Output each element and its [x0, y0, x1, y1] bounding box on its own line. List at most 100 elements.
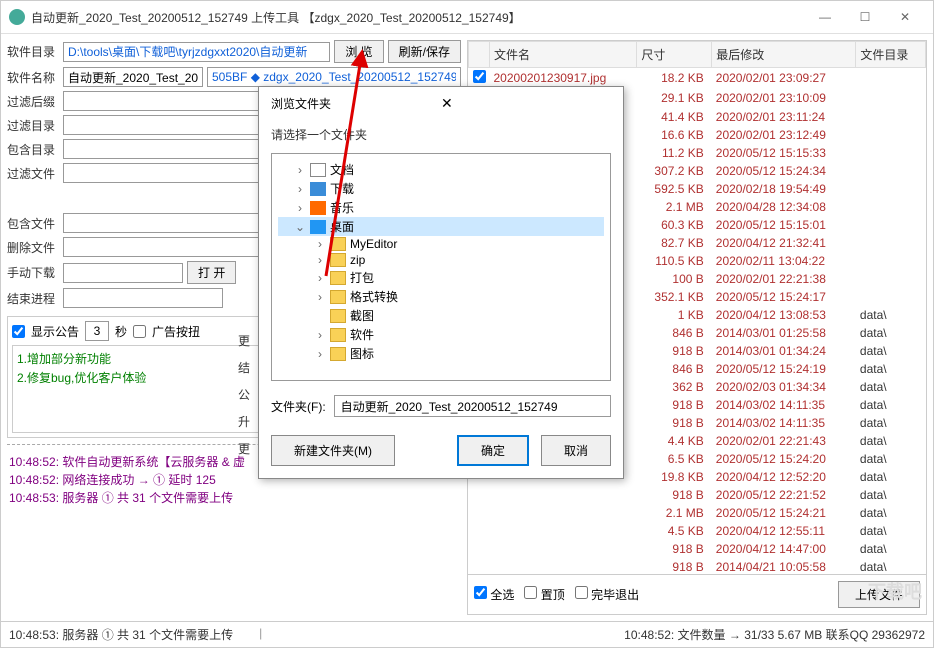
log-line: 10:48:53: 服务器 ① 共 31 个文件需要上传	[9, 489, 459, 506]
announce-seconds-input[interactable]	[85, 321, 109, 341]
cancel-button[interactable]: 取消	[541, 435, 611, 466]
expand-icon[interactable]: ⌄	[294, 220, 306, 234]
column-header[interactable]: 最后修改	[712, 42, 856, 68]
file-size: 918 B	[637, 396, 712, 414]
settop-control[interactable]: 置顶	[524, 586, 564, 603]
tree-item[interactable]: › 软件	[278, 325, 604, 344]
tree-item[interactable]: › 音乐	[278, 198, 604, 217]
softname-right[interactable]	[207, 67, 461, 87]
folder-icon	[330, 290, 346, 304]
expand-icon[interactable]: ›	[314, 347, 326, 361]
expand-icon[interactable]: ›	[314, 328, 326, 342]
file-size: 110.5 KB	[637, 252, 712, 270]
folder-name-input[interactable]	[334, 395, 611, 417]
file-size: 19.8 KB	[637, 468, 712, 486]
tree-label: 格式转换	[350, 288, 398, 305]
selectall-control[interactable]: 全选	[474, 586, 514, 603]
file-date: 2020/02/11 13:04:22	[712, 252, 856, 270]
column-header[interactable]: 文件目录	[856, 42, 926, 68]
open-button[interactable]: 打 开	[187, 261, 236, 284]
file-dir	[856, 270, 926, 288]
tree-item[interactable]: 截图	[278, 306, 604, 325]
tree-item[interactable]: › 打包	[278, 268, 604, 287]
column-header[interactable]: 尺寸	[637, 42, 712, 68]
expand-icon[interactable]: ›	[294, 163, 306, 177]
file-size: 18.2 KB	[637, 68, 712, 89]
sideops: 更 结 公 升 更	[238, 332, 250, 467]
row-checkbox[interactable]	[473, 70, 486, 83]
refresh-save-button[interactable]: 刷新/保存	[388, 40, 461, 63]
tree-item[interactable]: › zip	[278, 252, 604, 268]
table-row[interactable]: 918 B 2020/04/12 14:47:00 data\	[469, 540, 926, 558]
tree-item[interactable]: › 格式转换	[278, 287, 604, 306]
file-name	[490, 486, 637, 504]
file-date: 2020/05/12 15:24:34	[712, 162, 856, 180]
endproc-input[interactable]	[63, 288, 223, 308]
file-dir: data\	[856, 324, 926, 342]
tree-item[interactable]: › 文档	[278, 160, 604, 179]
dialog-titlebar: 浏览文件夹 ✕	[259, 87, 623, 120]
file-size: 4.5 KB	[637, 522, 712, 540]
tree-item[interactable]: › 图标	[278, 344, 604, 363]
exitafter-checkbox[interactable]	[575, 586, 588, 599]
tree-label: 软件	[350, 326, 374, 343]
expand-icon[interactable]: ›	[314, 290, 326, 304]
file-size: 918 B	[637, 414, 712, 432]
softname-label: 软件名称	[7, 69, 59, 86]
expand-icon[interactable]: ›	[314, 271, 326, 285]
status-left: 10:48:53: 服务器 ① 共 31 个文件需要上传	[9, 626, 233, 643]
file-dir: data\	[856, 540, 926, 558]
file-date: 2014/03/01 01:25:58	[712, 324, 856, 342]
new-folder-button[interactable]: 新建文件夹(M)	[271, 435, 395, 466]
file-dir: data\	[856, 558, 926, 574]
file-date: 2020/04/12 12:55:11	[712, 522, 856, 540]
tree-item[interactable]: › MyEditor	[278, 236, 604, 252]
selectall-checkbox[interactable]	[474, 586, 487, 599]
expand-icon[interactable]: ›	[314, 253, 326, 267]
table-row[interactable]: 2.1 MB 2020/05/12 15:24:21 data\	[469, 504, 926, 522]
folder-tree[interactable]: › 文档› 下载› 音乐⌄ 桌面› MyEditor› zip› 打包› 格式转…	[271, 153, 611, 381]
minimize-button[interactable]: —	[805, 5, 845, 29]
browse-button[interactable]: 浏 览	[334, 40, 383, 63]
softdir-input[interactable]	[63, 42, 330, 62]
table-row[interactable]: 4.5 KB 2020/04/12 12:55:11 data\	[469, 522, 926, 540]
file-size: 1 KB	[637, 306, 712, 324]
tree-item[interactable]: › 下载	[278, 179, 604, 198]
file-dir	[856, 108, 926, 126]
doc-icon	[310, 163, 326, 177]
table-row[interactable]: 918 B 2020/05/12 22:21:52 data\	[469, 486, 926, 504]
tree-label: MyEditor	[350, 237, 397, 251]
close-button[interactable]: ✕	[885, 5, 925, 29]
file-date: 2020/05/12 15:24:20	[712, 450, 856, 468]
file-date: 2020/02/18 19:54:49	[712, 180, 856, 198]
expand-icon[interactable]: ›	[314, 237, 326, 251]
ok-button[interactable]: 确定	[457, 435, 529, 466]
endproc-label: 结束进程	[7, 290, 59, 307]
softname-input[interactable]	[63, 67, 203, 87]
show-announce-checkbox[interactable]	[12, 325, 25, 338]
tree-item[interactable]: ⌄ 桌面	[278, 217, 604, 236]
table-row[interactable]: 918 B 2014/04/21 10:05:58 data\	[469, 558, 926, 574]
folder-icon	[330, 347, 346, 361]
file-size: 29.1 KB	[637, 88, 712, 108]
dialog-close-icon[interactable]: ✕	[441, 95, 611, 112]
settop-checkbox[interactable]	[524, 586, 537, 599]
statusbar: 10:48:53: 服务器 ① 共 31 个文件需要上传 | 10:48:52:…	[1, 621, 933, 647]
manualdl-label: 手动下载	[7, 264, 59, 281]
table-row[interactable]: 20200201230917.jpg 18.2 KB 2020/02/01 23…	[469, 68, 926, 89]
expand-icon[interactable]: ›	[294, 182, 306, 196]
manualdl-input[interactable]	[63, 263, 183, 283]
column-header[interactable]: 文件名	[490, 42, 637, 68]
column-header[interactable]	[469, 42, 490, 68]
folder-icon	[330, 237, 346, 251]
file-size: 4.4 KB	[637, 432, 712, 450]
maximize-button[interactable]: ☐	[845, 5, 885, 29]
adbtn-checkbox[interactable]	[133, 325, 146, 338]
includefile-label: 包含文件	[7, 215, 59, 232]
expand-icon[interactable]: ›	[294, 201, 306, 215]
exitafter-control[interactable]: 完毕退出	[575, 586, 639, 603]
file-date: 2020/05/12 15:15:01	[712, 216, 856, 234]
file-size: 918 B	[637, 486, 712, 504]
file-size: 362 B	[637, 378, 712, 396]
file-size: 307.2 KB	[637, 162, 712, 180]
